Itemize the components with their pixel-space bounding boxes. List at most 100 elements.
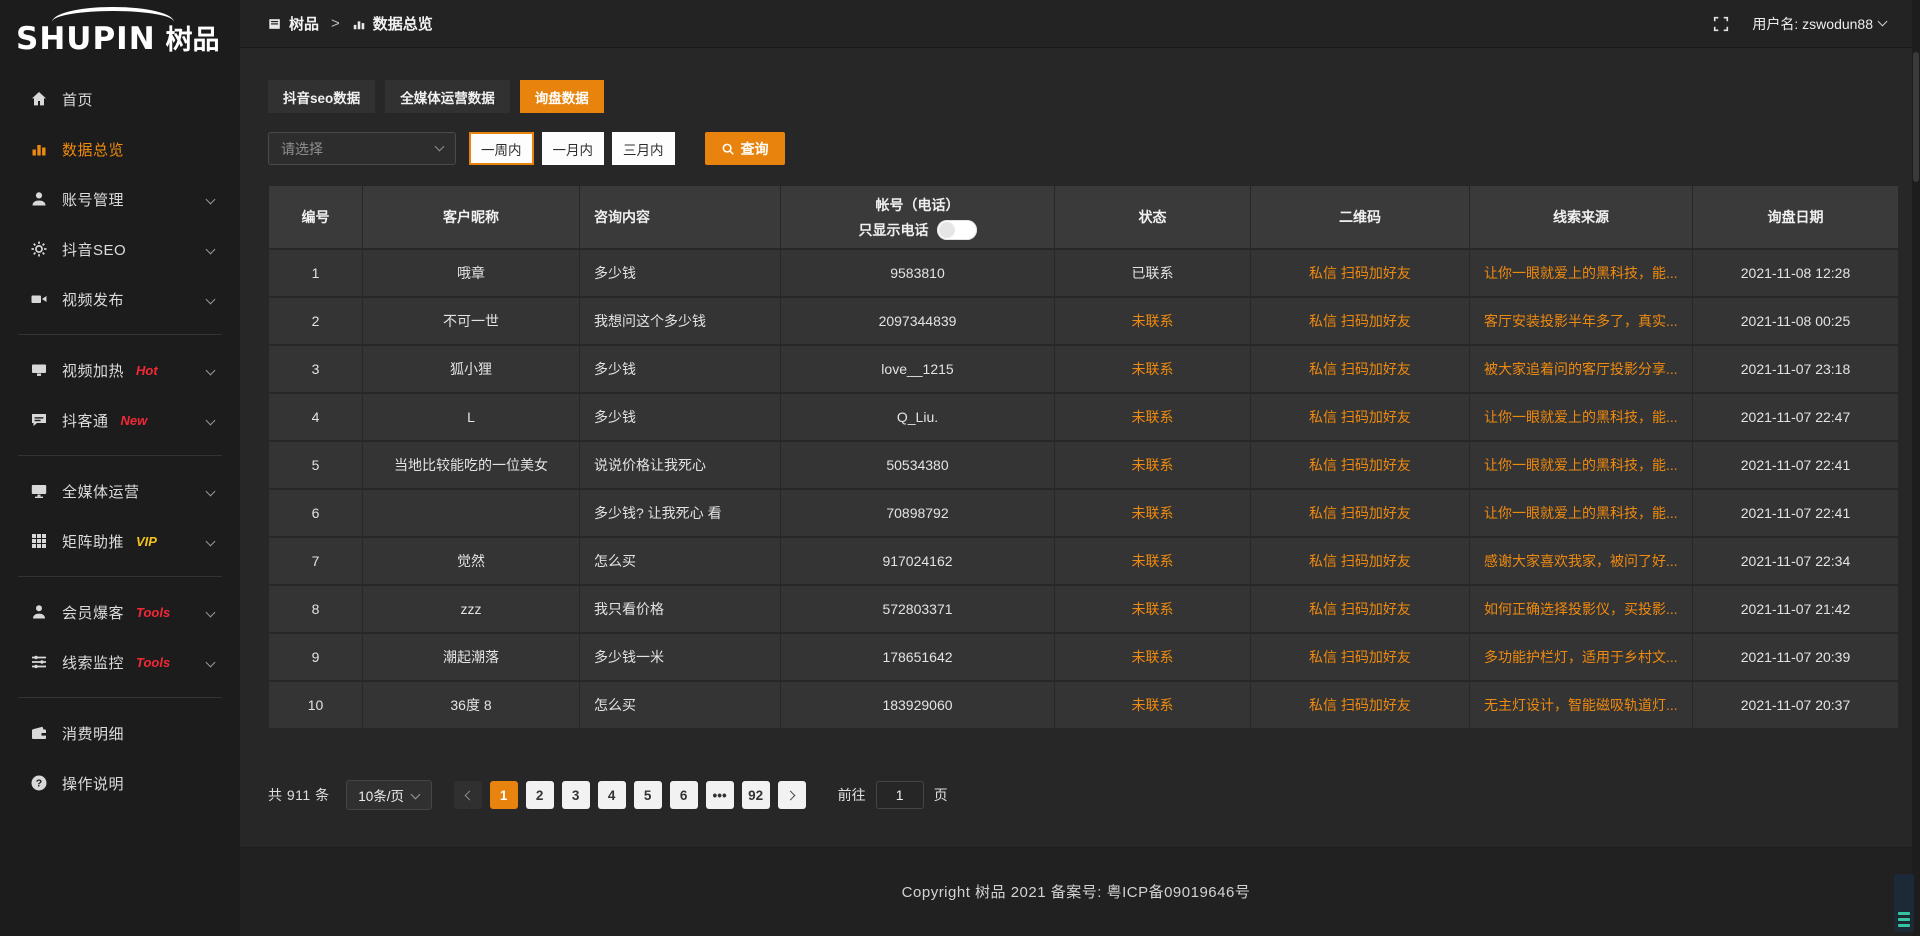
page-button-2[interactable]: 2 (526, 781, 554, 809)
scrollbar-thumb[interactable] (1913, 52, 1919, 182)
table-row: 2不可一世我想问这个多少钱2097344839未联系私信 扫码加好友客厅安装投影… (269, 297, 1899, 345)
table-row: 1036度 8怎么买183929060未联系私信 扫码加好友无主灯设计，智能磁吸… (269, 681, 1899, 729)
data-tabs: 抖音seo数据全媒体运营数据询盘数据 (268, 80, 604, 113)
sidebar-item-home[interactable]: 首页 (0, 74, 240, 124)
sidebar-menu: 首页数据总览账号管理抖音SEO视频发布视频加热Hot抖客通New 全媒体运营矩阵助… (0, 74, 240, 808)
sidebar-item-doukertong[interactable]: 抖客通New (0, 395, 240, 445)
period-button-one-month[interactable]: 一月内 (542, 132, 605, 165)
page-button-4[interactable]: 4 (598, 781, 626, 809)
col-lead-source: 线索来源 (1470, 185, 1693, 249)
table-row: 5当地比较能吃的一位美女说说价格让我死心50534380未联系私信 扫码加好友让… (269, 441, 1899, 489)
cell-inquiry-date: 2021-11-07 22:47 (1693, 393, 1899, 441)
tv-icon (30, 361, 48, 379)
cell-lead-source[interactable]: 让你一眼就爱上的黑科技，能... (1470, 441, 1693, 489)
page-button-5[interactable]: 5 (634, 781, 662, 809)
sidebar-item-label: 视频加热 (62, 360, 124, 381)
sidebar-item-douyin-seo[interactable]: 抖音SEO (0, 224, 240, 274)
cell-content: 说说价格让我死心 (580, 441, 781, 489)
chevron-down-icon (206, 295, 216, 305)
sidebar-item-video-heating[interactable]: 视频加热Hot (0, 345, 240, 395)
cell-status: 未联系 (1055, 441, 1251, 489)
cell-nickname: L (363, 393, 580, 441)
sidebar-item-member-baoke[interactable]: 会员爆客Tools (0, 587, 240, 637)
cell-inquiry-date: 2021-11-07 22:41 (1693, 441, 1899, 489)
cell-lead-source[interactable]: 多功能护栏灯，适用于乡村文... (1470, 633, 1693, 681)
cell-qr-action[interactable]: 私信 扫码加好友 (1251, 585, 1470, 633)
sidebar-item-data-overview[interactable]: 数据总览 (0, 124, 240, 174)
breadcrumb-root[interactable]: 树品 (289, 13, 319, 34)
sidebar-item-account-management[interactable]: 账号管理 (0, 174, 240, 224)
col-inquiry-date: 询盘日期 (1693, 185, 1899, 249)
cell-lead-source[interactable]: 无主灯设计，智能磁吸轨道灯... (1470, 681, 1693, 729)
cell-qr-action[interactable]: 私信 扫码加好友 (1251, 681, 1470, 729)
cell-lead-source[interactable]: 让你一眼就爱上的黑科技，能... (1470, 393, 1693, 441)
sidebar-item-omni-media[interactable]: 全媒体运营 (0, 466, 240, 516)
cell-lead-source[interactable]: 如何正确选择投影仪，买投影... (1470, 585, 1693, 633)
fullscreen-icon[interactable] (1712, 15, 1730, 33)
cell-qr-action[interactable]: 私信 扫码加好友 (1251, 489, 1470, 537)
cell-qr-action[interactable]: 私信 扫码加好友 (1251, 537, 1470, 585)
period-button-three-months[interactable]: 三月内 (612, 132, 675, 165)
page-button-1[interactable]: 1 (490, 781, 518, 809)
cell-lead-source[interactable]: 客厅安装投影半年多了，真实... (1470, 297, 1693, 345)
page-button-92[interactable]: 92 (742, 781, 770, 809)
sidebar-item-operation-guide[interactable]: ?操作说明 (0, 758, 240, 808)
goto-suffix: 页 (934, 785, 948, 805)
page-size-select[interactable]: 10条/页 (346, 780, 432, 810)
cell-lead-source[interactable]: 感谢大家喜欢我家，被问了好... (1470, 537, 1693, 585)
cell-content: 多少钱 (580, 345, 781, 393)
breadcrumb-current[interactable]: 数据总览 (373, 13, 433, 34)
floating-support-widget[interactable] (1894, 874, 1914, 932)
cell-lead-source[interactable]: 被大家追着问的客厅投影分享... (1470, 345, 1693, 393)
col-content: 咨询内容 (580, 185, 781, 249)
cell-qr-action[interactable]: 私信 扫码加好友 (1251, 441, 1470, 489)
tab-inquiry-data[interactable]: 询盘数据 (520, 80, 604, 113)
svg-text:?: ? (36, 778, 42, 790)
logo: SHUPIN 树品 (0, 0, 240, 64)
page-button-6[interactable]: 6 (670, 781, 698, 809)
cell-status: 未联系 (1055, 537, 1251, 585)
col-nickname: 客户昵称 (363, 185, 580, 249)
scrollbar-track[interactable] (1912, 0, 1920, 936)
sidebar-item-consumption-detail[interactable]: 消费明细 (0, 708, 240, 758)
sidebar-item-matrix-boost[interactable]: 矩阵助推VIP (0, 516, 240, 566)
sidebar-item-lead-monitor[interactable]: 线索监控Tools (0, 637, 240, 687)
cell-qr-action[interactable]: 私信 扫码加好友 (1251, 297, 1470, 345)
cell-qr-action[interactable]: 私信 扫码加好友 (1251, 393, 1470, 441)
cell-id: 5 (269, 441, 363, 489)
cell-qr-action[interactable]: 私信 扫码加好友 (1251, 345, 1470, 393)
cell-qr-action[interactable]: 私信 扫码加好友 (1251, 249, 1470, 297)
chevron-down-icon (206, 537, 216, 547)
phone-only-toggle[interactable] (937, 220, 977, 240)
sidebar-divider (18, 455, 222, 456)
cell-account: 9583810 (781, 249, 1055, 297)
sidebar-item-label: 数据总览 (62, 139, 124, 160)
tab-omni-media-data[interactable]: 全媒体运营数据 (385, 80, 510, 113)
query-button[interactable]: 查询 (705, 132, 785, 165)
form-icon (268, 17, 282, 31)
cell-inquiry-date: 2021-11-07 20:39 (1693, 633, 1899, 681)
cell-qr-action[interactable]: 私信 扫码加好友 (1251, 633, 1470, 681)
table-row: 7觉然怎么买917024162未联系私信 扫码加好友感谢大家喜欢我家，被问了好.… (269, 537, 1899, 585)
member-icon (30, 603, 48, 621)
page-ellipsis-button[interactable]: ••• (706, 781, 734, 809)
next-page-button[interactable] (778, 781, 806, 809)
cell-nickname: 36度 8 (363, 681, 580, 729)
user-menu[interactable]: 用户名: zswodun88 (1752, 14, 1886, 34)
goto-page-input[interactable] (876, 781, 924, 809)
cell-lead-source[interactable]: 让你一眼就爱上的黑科技，能... (1470, 489, 1693, 537)
cell-account: 2097344839 (781, 297, 1055, 345)
filter-select[interactable]: 请选择 (268, 132, 456, 165)
question-icon: ? (30, 774, 48, 792)
goto-label: 前往 (838, 785, 866, 805)
cell-nickname: 哦章 (363, 249, 580, 297)
period-button-one-week[interactable]: 一周内 (469, 132, 534, 165)
prev-page-button[interactable] (454, 781, 482, 809)
tab-douyin-seo-data[interactable]: 抖音seo数据 (268, 80, 375, 113)
sidebar-item-video-publish[interactable]: 视频发布 (0, 274, 240, 324)
cell-lead-source[interactable]: 让你一眼就爱上的黑科技，能... (1470, 249, 1693, 297)
table-row: 1哦章多少钱9583810已联系私信 扫码加好友让你一眼就爱上的黑科技，能...… (269, 249, 1899, 297)
page-button-3[interactable]: 3 (562, 781, 590, 809)
table-row: 6多少钱? 让我死心 看70898792未联系私信 扫码加好友让你一眼就爱上的黑… (269, 489, 1899, 537)
page-size-label: 10条/页 (358, 785, 404, 805)
